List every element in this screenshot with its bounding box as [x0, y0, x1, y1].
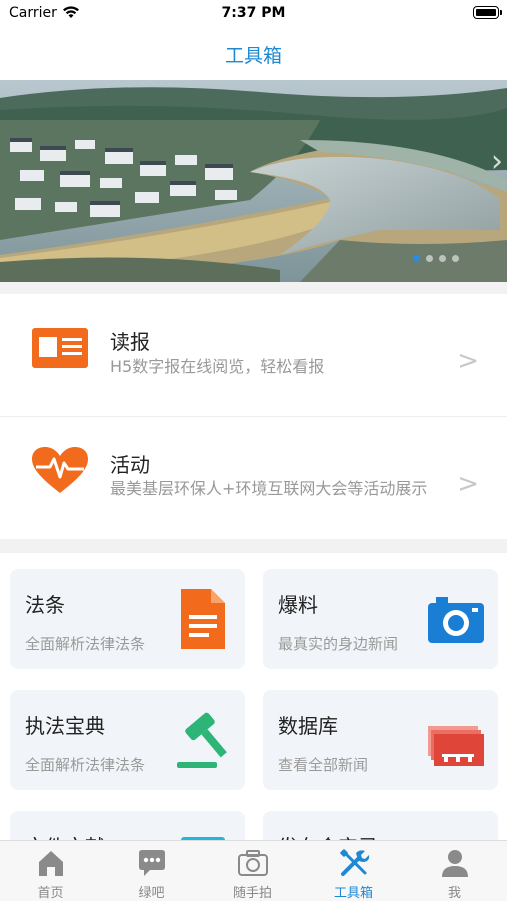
tab-label: 绿吧 — [138, 886, 165, 901]
banner-carousel[interactable]: › — [0, 80, 507, 282]
banner-image[interactable] — [0, 80, 507, 282]
activity-row[interactable]: 活动 最美基层环保人+环境互联网大会等活动展示 > — [0, 417, 507, 539]
card-subtitle: 全面解析法律法条 — [25, 635, 146, 653]
read-newspaper-row[interactable]: 读报 H5数字报在线阅览，轻松看报 > — [0, 294, 507, 417]
card-subtitle: 查看全部新闻 — [278, 756, 369, 774]
tools-icon — [340, 849, 370, 876]
tab-label: 我 — [447, 886, 461, 901]
tab-bar: 首页 绿吧 随手拍 工具箱 我 — [0, 840, 507, 901]
banner-next-icon[interactable]: › — [491, 144, 503, 179]
tool-card-enforcement[interactable]: 执法宝典 全面解析法律法条 — [10, 690, 245, 790]
tool-card-database[interactable]: 数据库 查看全部新闻 — [263, 690, 498, 790]
tab-label: 首页 — [37, 886, 64, 901]
newspaper-icon — [32, 328, 88, 368]
section-divider — [0, 282, 507, 294]
tool-card-laws[interactable]: 法条 全面解析法律法条 — [10, 569, 245, 669]
file-icon — [181, 837, 225, 840]
tool-card-tips[interactable]: 爆料 最真实的身边新闻 — [263, 569, 498, 669]
gavel-icon — [177, 712, 227, 768]
section-divider — [0, 539, 507, 553]
chevron-right-icon: > — [457, 469, 479, 499]
chat-icon — [139, 850, 165, 876]
card-title: 发布会实录 — [278, 831, 378, 840]
row-subtitle: 最美基层环保人+环境互联网大会等活动展示 — [110, 479, 428, 498]
database-icon — [428, 726, 484, 766]
record-icon — [428, 831, 484, 840]
carousel-dot[interactable] — [413, 255, 420, 262]
chevron-right-icon: > — [457, 346, 479, 376]
card-subtitle: 全面解析法律法条 — [25, 756, 146, 774]
document-icon — [181, 589, 225, 649]
card-title: 数据库 — [278, 714, 338, 738]
carousel-dot[interactable] — [439, 255, 446, 262]
card-title: 爆料 — [278, 593, 318, 617]
tab-label: 随手拍 — [232, 886, 272, 901]
tab-me[interactable]: 我 — [404, 841, 505, 901]
page-title: 工具箱 — [224, 45, 282, 67]
tools-grid: 法条 全面解析法律法条 爆料 最真实的身边新闻 执法宝典 全面解析法律法条 数据… — [0, 553, 507, 840]
tab-snapshot[interactable]: 随手拍 — [202, 841, 303, 901]
card-title: 执法宝典 — [25, 714, 105, 738]
tool-card-documents[interactable]: 文件文献 — [10, 811, 245, 840]
card-title: 法条 — [25, 593, 65, 617]
tab-green-bar[interactable]: 绿吧 — [101, 841, 202, 901]
battery-icon — [473, 6, 502, 19]
row-title: 活动 — [110, 453, 150, 477]
home-icon — [39, 851, 63, 876]
card-subtitle: 最真实的身边新闻 — [278, 635, 399, 653]
card-title: 文件文献 — [25, 831, 105, 840]
camera-icon — [428, 597, 484, 643]
carousel-dots — [413, 255, 459, 262]
camera-icon — [238, 850, 268, 876]
heart-pulse-icon — [32, 447, 88, 493]
tool-card-press-records[interactable]: 发布会实录 — [263, 811, 498, 840]
status-bar: Carrier 7:37 PM — [0, 0, 507, 30]
nav-bar: 工具箱 — [0, 30, 507, 79]
tab-toolbox[interactable]: 工具箱 — [303, 841, 404, 901]
user-icon — [442, 850, 468, 877]
tab-label: 工具箱 — [333, 886, 373, 901]
row-title: 读报 — [110, 330, 150, 354]
row-subtitle: H5数字报在线阅览，轻松看报 — [110, 357, 325, 376]
clock: 7:37 PM — [221, 5, 286, 21]
carousel-dot[interactable] — [426, 255, 433, 262]
carousel-dot[interactable] — [452, 255, 459, 262]
tab-home[interactable]: 首页 — [0, 841, 101, 901]
